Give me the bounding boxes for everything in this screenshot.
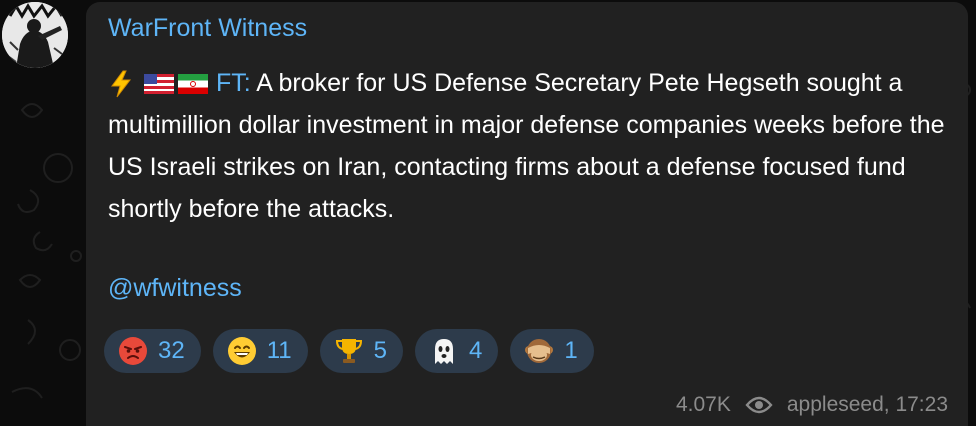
- message-text: FT: A broker for US Defense Secretary Pe…: [108, 62, 948, 230]
- author-signature-time: appleseed, 17:23: [786, 393, 948, 416]
- trophy-icon: [335, 339, 362, 363]
- channel-name[interactable]: WarFront Witness: [108, 14, 307, 43]
- channel-avatar[interactable]: [2, 2, 68, 68]
- ghost-icon: [434, 339, 453, 364]
- angry-face-icon: [119, 337, 147, 365]
- channel-mention-link[interactable]: @wfwitness: [108, 274, 242, 303]
- source-label: FT:: [216, 69, 251, 97]
- message-meta: 4.07K appleseed, 17:23: [676, 393, 948, 417]
- reaction-grinning[interactable]: 11: [212, 329, 308, 373]
- iran-flag-icon: [178, 74, 208, 95]
- us-flag-icon: [144, 74, 174, 95]
- reaction-count: 5: [373, 337, 387, 364]
- reaction-count: 4: [468, 337, 483, 364]
- message-emoji-prefix: [108, 70, 208, 98]
- reactions-bar: 32 11 5 4 1: [104, 329, 594, 373]
- reaction-see-no-evil[interactable]: 1: [510, 329, 594, 373]
- reaction-trophy[interactable]: 5: [319, 329, 403, 373]
- message-bubble: WarFront Witness FT: A broker for US Def…: [86, 2, 968, 426]
- reaction-count: 1: [564, 337, 578, 364]
- reaction-ghost[interactable]: 4: [414, 329, 499, 373]
- reaction-count: 32: [158, 337, 185, 364]
- eye-icon: [745, 396, 773, 414]
- lightning-icon: [111, 70, 132, 98]
- view-count: 4.07K: [675, 393, 731, 416]
- reaction-angry[interactable]: 32: [104, 329, 201, 373]
- reaction-count: 11: [266, 337, 292, 364]
- see-no-evil-monkey-icon: [525, 339, 554, 363]
- grinning-face-icon: [227, 337, 256, 365]
